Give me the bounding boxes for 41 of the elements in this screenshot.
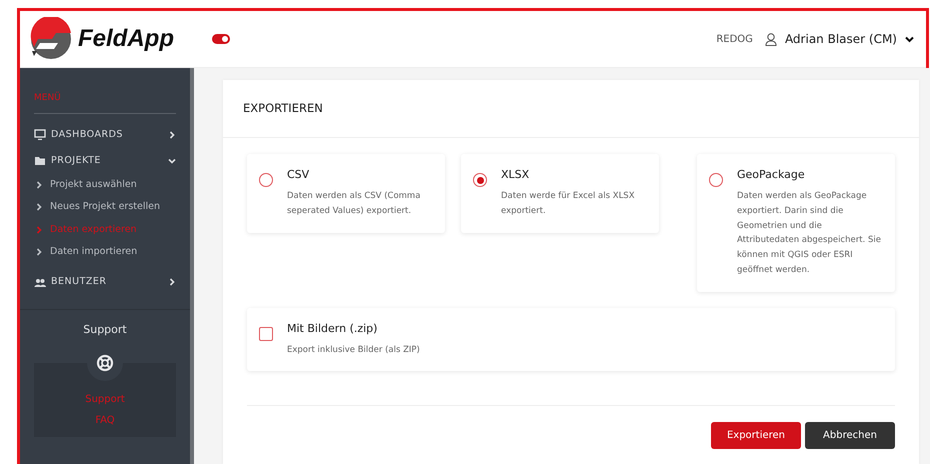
card-title: EXPORTIEREN — [223, 80, 919, 138]
folder-icon — [34, 155, 46, 166]
monitor-icon — [34, 129, 46, 140]
image-option-card[interactable]: Mit Bildern (.zip) Export inklusive Bilder (als ZIP) — [247, 308, 895, 372]
menu-title: MENÜ — [34, 92, 176, 114]
radio-button[interactable] — [473, 173, 487, 188]
sidebar-item[interactable]: DASHBOARDS — [34, 122, 176, 148]
format-name: GeoPackage — [737, 167, 806, 184]
logo-icon — [28, 17, 74, 61]
submenu-item[interactable]: Projekt auswählen — [50, 178, 137, 192]
format-description: Daten werden als GeoPackage exportiert. Darin sind die Geometrien und die Attributedaten abgespeichert. Sie können mit QGIS oder ESRI geöffnet werden. — [737, 190, 882, 278]
users-icon — [34, 276, 46, 288]
chevron-icon — [36, 181, 42, 189]
cancel-button[interactable]: Abbrechen — [805, 422, 895, 450]
format-description: Daten werde für Excel als XLSX exportiert. — [501, 190, 636, 218]
app-name: FeldApp — [78, 24, 174, 54]
option-description: Export inklusive Bilder (als ZIP) — [287, 344, 420, 356]
export-button[interactable]: Exportieren — [711, 422, 801, 450]
chevron-icon — [36, 203, 42, 212]
caret-icon — [905, 36, 914, 42]
format-name: XLSX — [501, 167, 530, 184]
sidebar-item[interactable]: PROJEKTE — [34, 148, 176, 174]
chevron-icon — [36, 226, 42, 234]
user-name[interactable]: Adrian Blaser (CM) — [784, 30, 897, 48]
submenu-item[interactable]: Daten importieren — [50, 244, 138, 259]
sidebar-item[interactable]: BENUTZER — [34, 269, 176, 296]
sidebar-toggle[interactable] — [212, 34, 230, 44]
option-name: Mit Bildern (.zip) — [287, 321, 378, 337]
format-option-card[interactable]: CSV Daten werden als CSV (Comma seperated Values) exportiert. — [247, 154, 445, 232]
radio-button[interactable] — [259, 173, 273, 188]
format-option-card[interactable]: XLSX Daten werde für Excel als XLSX exportiert. — [461, 154, 659, 232]
format-description: Daten werden als CSV (Comma seperated Values) exportiert. — [287, 190, 422, 218]
format-option-card[interactable]: GeoPackage Daten werden als GeoPackage exportiert. Darin sind die Geometrien und die Attributedaten abgespeichert. Sie können mit QGIS oder ESRI geöffnet werden. — [697, 154, 895, 292]
format-name: CSV — [287, 167, 310, 184]
user-icon — [764, 32, 777, 46]
organization-name: REDOG — [716, 32, 753, 46]
radio-button[interactable] — [709, 173, 723, 188]
chevron-icon — [36, 248, 42, 256]
submenu-item[interactable]: Neues Projekt erstellen — [50, 200, 160, 214]
support-title: Support — [82, 322, 128, 338]
checkbox[interactable] — [259, 327, 273, 341]
